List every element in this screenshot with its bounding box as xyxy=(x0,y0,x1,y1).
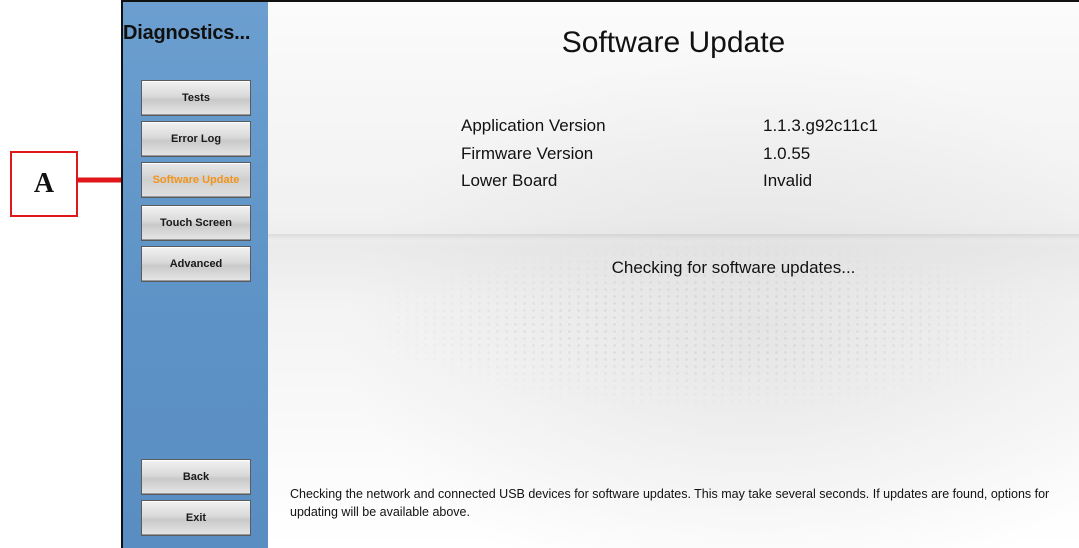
info-label-firmware-version: Firmware Version xyxy=(461,144,594,163)
device-screen: Diagnostics... Tests Error Log Software … xyxy=(121,0,1079,548)
nav-button-error-log[interactable]: Error Log xyxy=(141,121,251,157)
nav-button-tests[interactable]: Tests xyxy=(141,80,251,116)
info-value-firmware-version: 1.0.55 xyxy=(763,144,811,163)
nav-button-touch-screen[interactable]: Touch Screen xyxy=(141,205,251,241)
exit-button[interactable]: Exit xyxy=(141,500,251,536)
help-note: Checking the network and connected USB d… xyxy=(290,487,1050,519)
info-label-application-version: Application Version xyxy=(461,116,606,135)
info-value-lower-board: Invalid xyxy=(763,171,813,190)
main-panel: Software Update Application Version 1.1.… xyxy=(268,2,1079,548)
back-button[interactable]: Back xyxy=(141,459,251,495)
info-value-application-version: 1.1.3.g92c11c1 xyxy=(763,116,878,135)
nav-button-software-update[interactable]: Software Update xyxy=(141,162,251,198)
sidebar-title: Diagnostics... xyxy=(123,22,251,44)
info-label-lower-board: Lower Board xyxy=(461,171,558,190)
page-title: Software Update xyxy=(561,26,786,59)
callout-box: A xyxy=(10,151,78,217)
status-text: Checking for software updates... xyxy=(611,258,856,277)
sidebar: Diagnostics... Tests Error Log Software … xyxy=(123,2,268,548)
callout-label: A xyxy=(33,168,55,199)
nav-button-advanced[interactable]: Advanced xyxy=(141,246,251,282)
